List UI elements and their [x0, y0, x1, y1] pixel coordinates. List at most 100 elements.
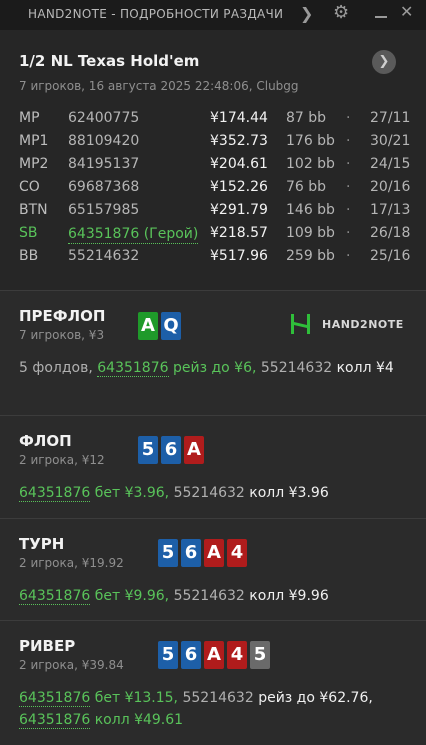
- street-river: РИВЕР 2 игрока, ¥39.84 5 6 A 4 5 6435187…: [0, 621, 426, 745]
- action-text: колл ¥4: [336, 360, 394, 376]
- player-stack-bb: 259 bb: [286, 248, 335, 264]
- separator-dot: ·: [346, 202, 351, 218]
- river-actions: 64351876 бет ¥13.15, 55214632 рейз до ¥6…: [19, 687, 409, 731]
- separator-dot: ·: [346, 225, 351, 241]
- player-position: BB: [19, 248, 39, 264]
- street-flop: ФЛОП 2 игрока, ¥12 5 6 A 64351876 бет ¥3…: [0, 416, 426, 519]
- player-position: MP2: [19, 156, 49, 172]
- player-row: CO 69687368 ¥152.26 76 bb · 20/16: [0, 179, 426, 201]
- board-cards: 5 6 A 4 5: [158, 641, 273, 669]
- player-link[interactable]: 64351876: [19, 485, 91, 502]
- action-text: колл ¥9.96: [249, 588, 329, 604]
- separator-dot: ·: [346, 133, 351, 149]
- player-id: 55214632: [68, 248, 140, 264]
- card: 5: [250, 641, 270, 669]
- hand2note-logo-icon: [291, 314, 310, 334]
- card: 4: [227, 539, 247, 567]
- player-link[interactable]: 64351876: [97, 360, 169, 377]
- player-position: MP1: [19, 133, 49, 149]
- player-id: 55214632: [173, 485, 245, 501]
- chevron-right-icon[interactable]: ❯: [372, 50, 396, 74]
- player-stats: 26/18: [370, 225, 411, 241]
- player-id: 65157985: [68, 202, 140, 218]
- player-id: 69687368: [68, 179, 140, 195]
- player-stack: ¥174.44: [210, 110, 268, 126]
- board-cards: 5 6 A 4: [158, 539, 250, 567]
- player-stats: 17/13: [370, 202, 411, 218]
- card: A: [184, 436, 204, 464]
- game-title: 1/2 NL Texas Hold'em: [19, 52, 200, 70]
- player-id: 62400775: [68, 110, 140, 126]
- action-text: колл ¥49.61: [94, 712, 184, 728]
- player-id: 55214632: [173, 588, 245, 604]
- player-row: MP 62400775 ¥174.44 87 bb · 27/11: [0, 110, 426, 132]
- player-stack: ¥218.57: [210, 225, 268, 241]
- hand2note-logo-text: HAND2NOTE: [322, 318, 404, 331]
- player-stack-bb: 176 bb: [286, 133, 335, 149]
- player-stats: 25/16: [370, 248, 411, 264]
- forward-arrow-icon[interactable]: ❯: [300, 4, 313, 23]
- player-link[interactable]: 64351876: [19, 588, 91, 605]
- card: A: [138, 312, 158, 340]
- action-text: рейз до ¥62.76,: [258, 690, 373, 706]
- card: A: [204, 539, 224, 567]
- street-name: ФЛОП: [19, 432, 72, 450]
- card: 5: [158, 539, 178, 567]
- action-text: колл ¥3.96: [249, 485, 329, 501]
- street-pot: 2 игрока, ¥12: [19, 453, 105, 467]
- player-id: 55214632: [182, 690, 254, 706]
- player-row: BTN 65157985 ¥291.79 146 bb · 17/13: [0, 202, 426, 224]
- separator-dot: ·: [346, 248, 351, 264]
- player-row: BB 55214632 ¥517.96 259 bb · 25/16: [0, 248, 426, 270]
- player-link[interactable]: 64351876: [19, 712, 91, 729]
- card: 6: [181, 539, 201, 567]
- card: A: [204, 641, 224, 669]
- street-turn: ТУРН 2 игрока, ¥19.92 5 6 A 4 64351876 б…: [0, 519, 426, 621]
- street-preflop: ПРЕФЛОП 7 игроков, ¥3 A Q HAND2NOTE 5 фо…: [0, 291, 426, 416]
- action-text: 5 фолдов,: [19, 360, 93, 376]
- street-pot: 2 игрока, ¥39.84: [19, 658, 124, 672]
- close-icon[interactable]: ✕: [400, 2, 413, 21]
- hand-header: 1/2 NL Texas Hold'em 7 игроков, 16 авгус…: [0, 30, 426, 291]
- player-id: 55214632: [260, 360, 333, 376]
- gear-icon[interactable]: ⚙: [333, 2, 349, 23]
- card: 4: [227, 641, 247, 669]
- action-text: бет ¥9.96,: [94, 588, 170, 604]
- preflop-actions: 5 фолдов, 64351876 рейз до ¥6, 55214632 …: [19, 357, 409, 379]
- card: 6: [161, 436, 181, 464]
- player-stack: ¥291.79: [210, 202, 268, 218]
- player-position: BTN: [19, 202, 48, 218]
- player-stats: 20/16: [370, 179, 411, 195]
- title-bar: HAND2NOTE - ПОДРОБНОСТИ РАЗДАЧИ ❯ ⚙ ✕: [0, 0, 426, 30]
- street-pot: 7 игроков, ¥3: [19, 328, 105, 342]
- player-position: MP: [19, 110, 40, 126]
- hero-player-link[interactable]: 64351876 (Герой): [68, 225, 199, 244]
- player-position: CO: [19, 179, 40, 195]
- player-stack: ¥352.73: [210, 133, 268, 149]
- card: 6: [181, 641, 201, 669]
- hole-cards: A Q: [138, 312, 184, 340]
- minimize-icon[interactable]: [372, 3, 390, 19]
- player-stats: 24/15: [370, 156, 411, 172]
- game-subtitle: 7 игроков, 16 августа 2025 22:48:06, Clu…: [19, 79, 299, 93]
- street-pot: 2 игрока, ¥19.92: [19, 556, 124, 570]
- player-stack: ¥517.96: [210, 248, 268, 264]
- player-stack-bb: 87 bb: [286, 110, 327, 126]
- player-stats: 30/21: [370, 133, 411, 149]
- action-text: бет ¥13.15,: [94, 690, 179, 706]
- flop-actions: 64351876 бет ¥3.96, 55214632 колл ¥3.96: [19, 482, 409, 504]
- board-cards: 5 6 A: [138, 436, 207, 464]
- player-stack-bb: 102 bb: [286, 156, 335, 172]
- player-stack-bb: 109 bb: [286, 225, 335, 241]
- street-name: ПРЕФЛОП: [19, 307, 106, 325]
- player-row-hero: SB 64351876 (Герой) ¥218.57 109 bb · 26/…: [0, 225, 426, 247]
- window-title: HAND2NOTE - ПОДРОБНОСТИ РАЗДАЧИ: [28, 7, 284, 21]
- action-text: рейз до ¥6,: [172, 360, 257, 376]
- street-name: РИВЕР: [19, 637, 76, 655]
- player-link[interactable]: 64351876: [19, 690, 91, 707]
- card: Q: [161, 312, 181, 340]
- action-text: бет ¥3.96,: [94, 485, 170, 501]
- player-stack: ¥152.26: [210, 179, 268, 195]
- card: 5: [138, 436, 158, 464]
- player-stack-bb: 146 bb: [286, 202, 335, 218]
